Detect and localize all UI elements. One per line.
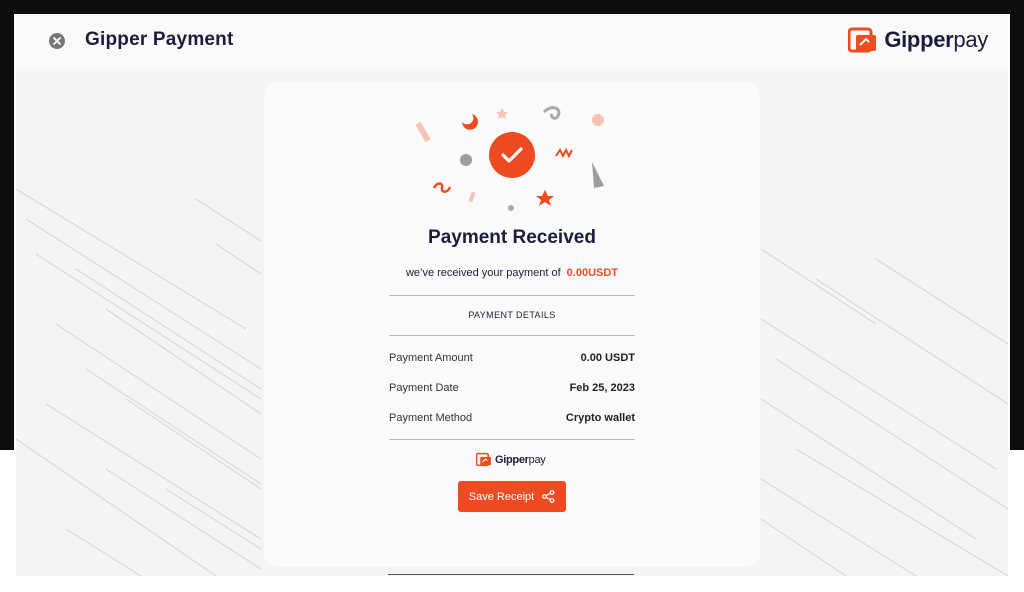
footer-brand-secondary: pay bbox=[528, 453, 546, 466]
row-label: Payment Method bbox=[389, 412, 473, 424]
share-icon bbox=[542, 490, 555, 503]
subtitle-amount: 0.00USDT bbox=[566, 267, 619, 279]
page-title: Gipper Payment bbox=[85, 29, 234, 50]
row-label: Payment Date bbox=[389, 382, 459, 394]
payment-amount-row: Payment Amount 0.00 USDT bbox=[389, 352, 635, 364]
payment-received-subtitle: we’ve received your payment of 0.00USDT bbox=[264, 267, 760, 279]
payment-received-title: Payment Received bbox=[428, 227, 596, 248]
row-label: Payment Amount bbox=[389, 352, 473, 364]
footer-brand-primary: Gipper bbox=[495, 453, 529, 466]
gipperpay-logo-icon bbox=[848, 27, 877, 53]
row-value: 0.00 USDT bbox=[580, 352, 635, 364]
payment-date-row: Payment Date Feb 25, 2023 bbox=[389, 382, 635, 394]
brand-name: Gipperpay bbox=[884, 27, 988, 53]
footer-brand-logo: Gipperpay bbox=[476, 452, 546, 467]
screen-frame-right bbox=[1010, 0, 1024, 450]
check-circle-icon bbox=[489, 132, 535, 178]
divider bbox=[389, 439, 635, 440]
save-receipt-label: Save Receipt bbox=[468, 490, 535, 503]
row-value: Feb 25, 2023 bbox=[569, 382, 635, 394]
subtitle-text: we’ve received your payment of bbox=[405, 267, 561, 279]
close-button[interactable] bbox=[49, 33, 65, 49]
screen-frame-left bbox=[0, 0, 14, 450]
close-icon bbox=[53, 37, 61, 45]
payment-method-row: Payment Method Crypto wallet bbox=[389, 412, 635, 424]
brand-name-secondary: pay bbox=[953, 27, 988, 52]
payment-window: Gipper Payment Gipperpay Payment Receive… bbox=[16, 14, 1008, 576]
row-value: Crypto wallet bbox=[565, 412, 635, 424]
brand-name-primary: Gipper bbox=[884, 27, 954, 52]
screen-frame-top bbox=[0, 0, 1024, 14]
divider bbox=[389, 335, 635, 336]
payment-details-heading: PAYMENT DETAILS bbox=[468, 310, 556, 320]
gipperpay-logo-icon bbox=[476, 452, 491, 467]
receipt-card: Payment Received we’ve received your pay… bbox=[264, 82, 760, 567]
brand-logo: Gipperpay bbox=[848, 26, 988, 54]
bottom-divider bbox=[388, 574, 634, 575]
app-header: Gipper Payment Gipperpay bbox=[16, 14, 1008, 69]
divider bbox=[389, 295, 635, 296]
footer-brand-name: Gipperpay bbox=[495, 454, 546, 466]
save-receipt-button[interactable]: Save Receipt bbox=[458, 481, 566, 512]
